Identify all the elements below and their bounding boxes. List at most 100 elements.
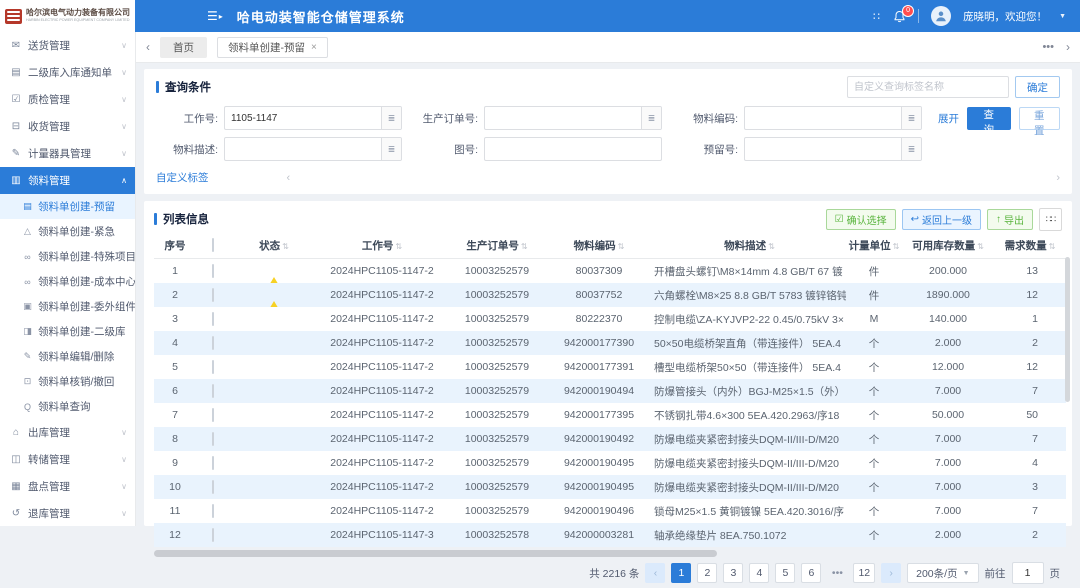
checkbox[interactable] <box>212 238 214 252</box>
next-page-button[interactable]: › <box>881 563 901 583</box>
user-avatar[interactable] <box>931 6 951 26</box>
sidebar-item[interactable]: ◫转储管理∨ <box>0 446 135 473</box>
back-level-button[interactable]: ↩ 返回上一级 <box>902 209 981 230</box>
page-button[interactable]: 4 <box>749 563 769 583</box>
close-icon[interactable]: × <box>311 42 317 53</box>
row-checkbox[interactable] <box>212 408 214 422</box>
confirm-select-button[interactable]: ☑ 确认选择 <box>826 209 896 230</box>
query-field-input[interactable] <box>745 138 901 160</box>
row-checkbox[interactable] <box>212 312 214 326</box>
sidebar-item[interactable]: ✎计量器具管理∨ <box>0 140 135 167</box>
row-checkbox[interactable] <box>212 432 214 446</box>
row-checkbox[interactable] <box>212 504 214 518</box>
table-row[interactable]: 42024HPC1105-1147-2100032525799420001773… <box>154 331 1066 355</box>
column-header[interactable]: 序号 <box>154 232 196 259</box>
horizontal-scrollbar[interactable] <box>154 550 717 557</box>
filter-icon[interactable]: ≣ <box>381 138 401 160</box>
table-row[interactable]: 12024HPC1105-1147-21000325257980037309开槽… <box>154 259 1066 284</box>
sidebar-item[interactable]: ▥领料管理∧ <box>0 167 135 194</box>
column-header[interactable]: 物料编码⇅ <box>548 232 650 259</box>
column-header[interactable]: 需求数量⇅ <box>994 232 1066 259</box>
query-field-input[interactable] <box>485 138 661 160</box>
tab-active[interactable]: 领料单创建-预留 × <box>217 37 328 58</box>
select-all-checkbox[interactable] <box>196 232 230 259</box>
tabs-back-icon[interactable]: ‹ <box>146 40 150 54</box>
table-row[interactable]: 72024HPC1105-1147-2100032525799420001773… <box>154 403 1066 427</box>
query-field-input[interactable] <box>745 107 901 129</box>
page-size-select[interactable]: 200条/页 ▼ <box>907 563 978 583</box>
sidebar-item[interactable]: ☑质检管理∨ <box>0 86 135 113</box>
sidebar-subitem[interactable]: ∞领料单创建-特殊项目 <box>0 244 135 269</box>
table-row[interactable]: 32024HPC1105-1147-21000325257980222370控制… <box>154 307 1066 331</box>
row-checkbox[interactable] <box>212 336 214 350</box>
notification-bell-icon[interactable]: 0 <box>893 10 906 23</box>
filter-icon[interactable]: ≣ <box>901 107 921 129</box>
column-settings-icon[interactable]: ∷∷ <box>1039 208 1062 231</box>
sidebar-item[interactable]: ▤二级库入库通知单∨ <box>0 59 135 86</box>
row-checkbox[interactable] <box>212 360 214 374</box>
row-checkbox[interactable] <box>212 456 214 470</box>
custom-tag-name-input[interactable] <box>847 76 1009 98</box>
query-field-input[interactable] <box>485 107 641 129</box>
filter-icon[interactable]: ≣ <box>901 138 921 160</box>
sidebar-subitem[interactable]: ◨领料单创建-二级库 <box>0 319 135 344</box>
sidebar-subitem[interactable]: ✎领料单编辑/删除 <box>0 344 135 369</box>
reset-button[interactable]: 重置 <box>1019 107 1061 130</box>
sidebar-subitem[interactable]: ∞领料单创建-成本中心 <box>0 269 135 294</box>
query-field-input[interactable] <box>225 138 381 160</box>
filter-icon[interactable]: ≣ <box>381 107 401 129</box>
tags-scroll-left-icon[interactable]: ‹ <box>287 172 291 184</box>
column-header[interactable]: 状态⇅ <box>230 232 318 259</box>
search-button[interactable]: 查询 <box>967 107 1011 130</box>
page-button[interactable]: 6 <box>801 563 821 583</box>
tab-home[interactable]: 首页 <box>160 37 207 58</box>
tabs-forward-icon[interactable]: › <box>1066 40 1070 54</box>
column-header[interactable]: 计量单位⇅ <box>846 232 902 259</box>
export-button[interactable]: ↑ 导出 <box>987 209 1033 230</box>
sidebar-subitem[interactable]: Q领料单查询 <box>0 394 135 419</box>
table-row[interactable]: 92024HPC1105-1147-2100032525799420001904… <box>154 451 1066 475</box>
sidebar-subitem[interactable]: ▤领料单创建-预留 <box>0 194 135 219</box>
table-row[interactable]: 112024HPC1105-1147-210003252579942000190… <box>154 499 1066 523</box>
page-button[interactable]: 2 <box>697 563 717 583</box>
page-button[interactable]: 3 <box>723 563 743 583</box>
column-header[interactable]: 可用库存数量⇅ <box>902 232 994 259</box>
row-checkbox[interactable] <box>212 384 214 398</box>
welcome-text[interactable]: 庞晓明，欢迎您！ <box>963 9 1047 24</box>
column-header[interactable]: 生产订单号⇅ <box>446 232 548 259</box>
sidebar-item[interactable]: ↺退库管理∨ <box>0 500 135 526</box>
page-button[interactable]: 1 <box>671 563 691 583</box>
tabs-more-icon[interactable]: ••• <box>1042 41 1054 53</box>
column-header[interactable]: 物料描述⇅ <box>650 232 846 259</box>
filter-icon[interactable]: ≣ <box>641 107 661 129</box>
sidebar-subitem[interactable]: △领料单创建-紧急 <box>0 219 135 244</box>
row-checkbox[interactable] <box>212 528 214 542</box>
sidebar-item[interactable]: ✉送货管理∨ <box>0 32 135 59</box>
table-row[interactable]: 122024HPC1105-1147-310003252578942000003… <box>154 523 1066 547</box>
query-field-input[interactable] <box>225 107 381 129</box>
fullscreen-icon[interactable]: ∷ <box>873 10 881 23</box>
menu-collapse-icon[interactable]: ☰▸ <box>207 9 223 23</box>
sidebar-item[interactable]: ▦盘点管理∨ <box>0 473 135 500</box>
table-row[interactable]: 62024HPC1105-1147-2100032525799420001904… <box>154 379 1066 403</box>
tags-scroll-right-icon[interactable]: › <box>1056 172 1060 184</box>
pages-ellipsis[interactable]: ••• <box>827 563 847 583</box>
row-checkbox[interactable] <box>212 480 214 494</box>
goto-page-input[interactable] <box>1012 562 1044 584</box>
confirm-button[interactable]: 确定 <box>1015 76 1060 98</box>
table-row[interactable]: 52024HPC1105-1147-2100032525799420001773… <box>154 355 1066 379</box>
chevron-down-icon[interactable]: ▼ <box>1059 13 1066 20</box>
page-button[interactable]: 12 <box>853 563 875 583</box>
table-row[interactable]: 82024HPC1105-1147-2100032525799420001904… <box>154 427 1066 451</box>
sidebar-item[interactable]: ⊟收货管理∨ <box>0 113 135 140</box>
table-row[interactable]: 102024HPC1105-1147-210003252579942000190… <box>154 475 1066 499</box>
sidebar-item[interactable]: ⌂出库管理∨ <box>0 419 135 446</box>
sidebar-subitem[interactable]: ▣领料单创建-委外组件 <box>0 294 135 319</box>
expand-link[interactable]: 展开 <box>938 111 959 126</box>
table-row[interactable]: 22024HPC1105-1147-21000325257980037752六角… <box>154 283 1066 307</box>
vertical-scrollbar[interactable] <box>1065 257 1070 402</box>
prev-page-button[interactable]: ‹ <box>645 563 665 583</box>
row-checkbox[interactable] <box>212 264 214 278</box>
sidebar-subitem[interactable]: ⊡领料单核销/撤回 <box>0 369 135 394</box>
row-checkbox[interactable] <box>212 288 214 302</box>
